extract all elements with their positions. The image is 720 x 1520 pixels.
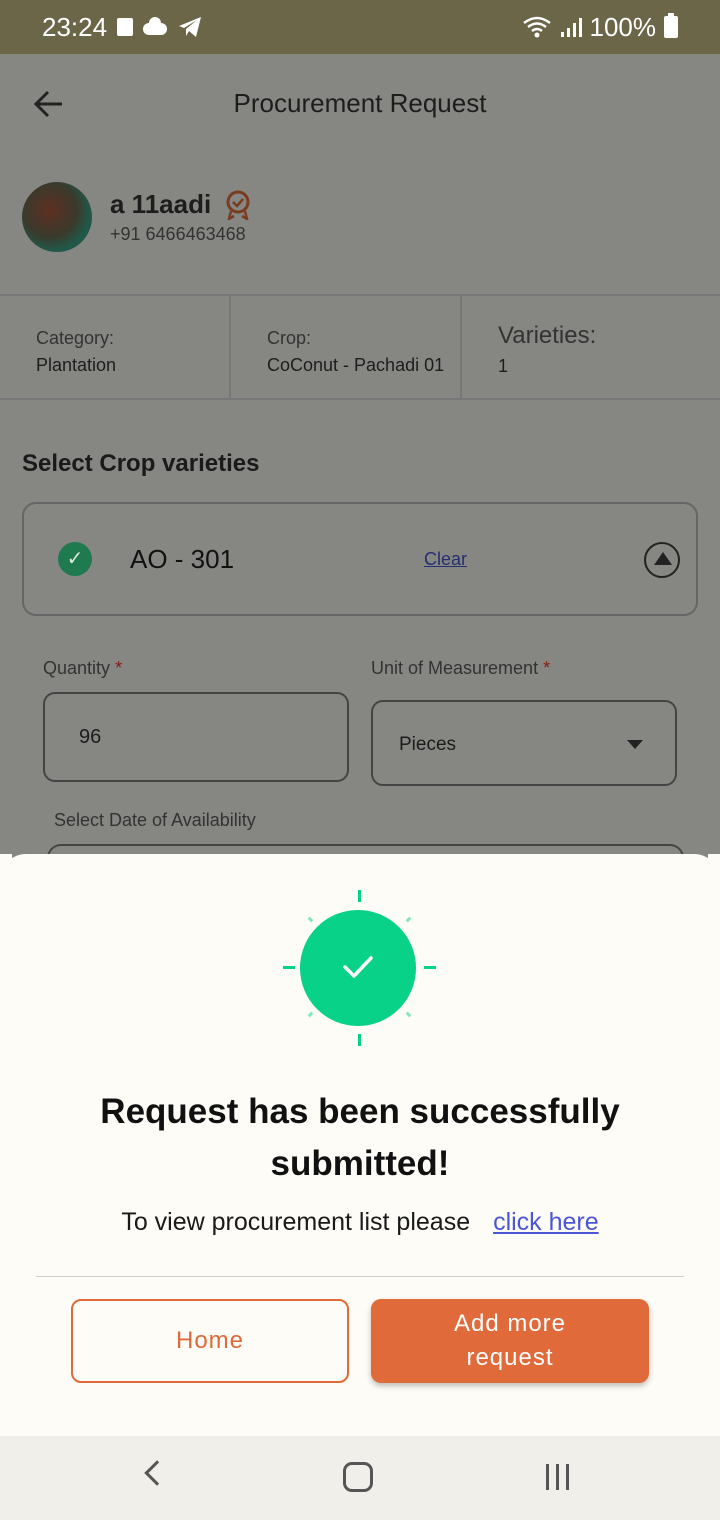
quantity-value: 96 (79, 726, 102, 748)
check-circle-icon: ✓ (58, 542, 92, 576)
category-label: Category: (36, 328, 115, 348)
signal-icon (560, 18, 582, 37)
procurement-page: Procurement Request a 11aadi +91 6466463… (0, 54, 720, 920)
clear-link[interactable]: Clear (424, 549, 467, 570)
uom-select[interactable]: Pieces (371, 700, 677, 786)
notification-square-icon (117, 18, 134, 36)
status-time: 23:24 (42, 11, 108, 42)
crop-cell: Crop: CoConut - Pachadi 01 (231, 296, 462, 398)
battery-icon (664, 13, 678, 38)
required-mark: * (543, 658, 551, 678)
battery-percent: 100% (589, 11, 657, 42)
crop-label: Crop: (267, 328, 312, 348)
crop-value: CoConut - Pachadi 01 (267, 355, 445, 375)
category-cell: Category: Plantation (0, 296, 231, 398)
profile-phone: +91 6466463468 (110, 224, 246, 244)
nav-recents-icon[interactable] (546, 1464, 569, 1490)
home-button[interactable]: Home (71, 1299, 349, 1383)
chevron-down-icon (627, 740, 643, 749)
quantity-input[interactable]: 96 (43, 692, 349, 782)
success-title-line1: Request has been successfully (100, 1092, 620, 1131)
uom-value: Pieces (399, 734, 457, 755)
cloud-icon (143, 17, 168, 35)
sparkle-ray (358, 1034, 361, 1046)
click-here-link[interactable]: click here (493, 1208, 599, 1236)
status-bar: 23:24 100% (0, 0, 720, 54)
view-list-text: To view procurement list please (121, 1208, 471, 1236)
status-left: 23:24 (42, 12, 203, 43)
quantity-label-row: Quantity * (43, 658, 122, 679)
profile-name-row: a 11aadi (110, 189, 251, 220)
crop-info-row: Category: Plantation Crop: CoConut - Pac… (0, 294, 720, 400)
farmer-profile: a 11aadi +91 6466463468 (22, 182, 251, 252)
nav-back-icon[interactable] (144, 1460, 170, 1486)
sparkle-ray (405, 916, 412, 923)
wifi-icon (522, 16, 551, 38)
category-value: Plantation (36, 355, 117, 375)
sheet-divider (36, 1276, 684, 1277)
section-title: Select Crop varieties (22, 450, 260, 477)
system-nav-bar (0, 1436, 720, 1520)
nav-home-icon[interactable] (343, 1462, 373, 1492)
collapse-up-icon[interactable] (644, 542, 680, 578)
page-title: Procurement Request (233, 88, 487, 118)
uom-label-row: Unit of Measurement * (371, 658, 550, 679)
varieties-cell: Varieties: 1 (462, 296, 693, 398)
sparkle-ray (405, 1011, 412, 1018)
profile-name: a 11aadi (110, 189, 212, 219)
date-label: Select Date of Availability (54, 810, 256, 830)
sparkle-ray (307, 916, 314, 923)
variety-name: AO - 301 (130, 544, 235, 574)
success-title: Request has been successfully submitted! (0, 1086, 720, 1190)
app-bar: Procurement Request (0, 54, 720, 154)
sparkle-ray (424, 966, 436, 969)
required-mark: * (115, 658, 123, 678)
sparkle-ray (358, 890, 361, 902)
variety-item[interactable]: ✓ AO - 301 Clear (22, 502, 698, 616)
award-badge-icon (226, 190, 250, 220)
success-sheet: Request has been successfully submitted!… (0, 854, 720, 1436)
sparkle-ray (307, 1011, 314, 1018)
add-more-request-button[interactable]: Add more request (371, 1299, 649, 1383)
success-check-icon (300, 910, 416, 1026)
telegram-icon (179, 17, 202, 37)
uom-label: Unit of Measurement (371, 658, 539, 678)
view-list-row: To view procurement list please click he… (0, 1208, 720, 1237)
sparkle-ray (283, 966, 295, 969)
quantity-label: Quantity (43, 658, 111, 678)
success-title-line2: submitted! (270, 1144, 450, 1183)
status-right: 100% (522, 11, 678, 43)
varieties-label: Varieties: (498, 322, 597, 349)
avatar (22, 182, 92, 252)
varieties-value: 1 (498, 356, 509, 376)
profile-text: a 11aadi +91 6466463468 (110, 189, 251, 245)
